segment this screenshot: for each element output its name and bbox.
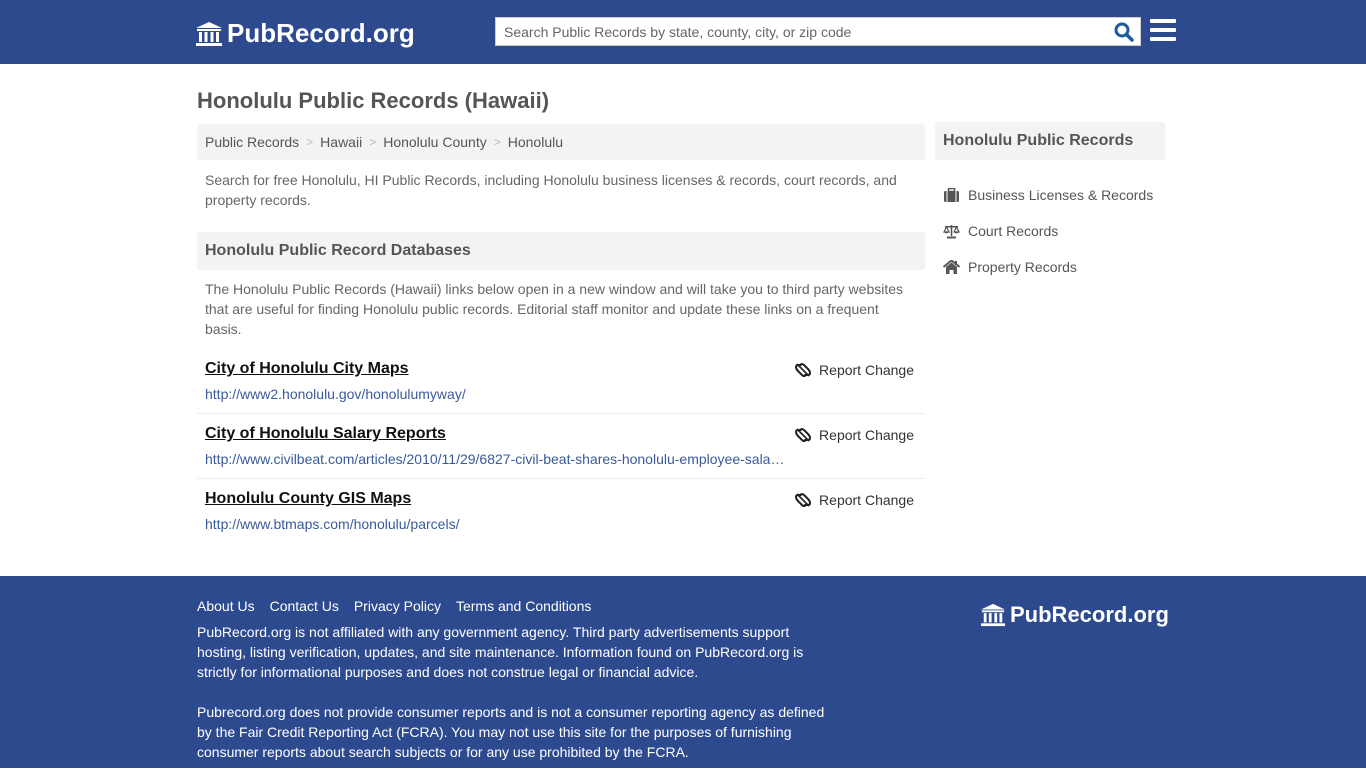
top-navbar: PubRecord.org bbox=[0, 0, 1366, 64]
breadcrumb-separator: > bbox=[369, 135, 377, 149]
search-icon[interactable] bbox=[1114, 22, 1134, 42]
page-title: Honolulu Public Records (Hawaii) bbox=[197, 88, 550, 113]
breadcrumb-public-records[interactable]: Public Records bbox=[205, 134, 299, 150]
record-item: Honolulu County GIS Maps http://www.btma… bbox=[197, 479, 925, 544]
footer-link-privacy-policy[interactable]: Privacy Policy bbox=[354, 598, 441, 614]
footer-links: About Us Contact Us Privacy Policy Terms… bbox=[197, 598, 606, 614]
intro-text: Search for free Honolulu, HI Public Reco… bbox=[205, 172, 897, 208]
footer-link-contact-us[interactable]: Contact Us bbox=[270, 598, 339, 614]
search-input[interactable] bbox=[496, 18, 1096, 45]
report-change-label: Report Change bbox=[819, 492, 914, 508]
site-logo[interactable]: PubRecord.org bbox=[195, 18, 415, 49]
databases-description: The Honolulu Public Records (Hawaii) lin… bbox=[205, 281, 904, 337]
breadcrumb-honolulu[interactable]: Honolulu bbox=[508, 134, 563, 150]
footer-disclaimer: PubRecord.org is not affiliated with any… bbox=[197, 622, 837, 782]
footer-link-terms[interactable]: Terms and Conditions bbox=[456, 598, 591, 614]
footer-logo[interactable]: PubRecord.org bbox=[980, 602, 1169, 628]
breadcrumb-honolulu-county[interactable]: Honolulu County bbox=[383, 134, 487, 150]
report-change-button[interactable]: Report Change bbox=[795, 427, 914, 443]
scales-icon bbox=[943, 224, 960, 238]
report-change-label: Report Change bbox=[819, 427, 914, 443]
home-icon bbox=[943, 260, 960, 274]
sidebar-item-label: Property Records bbox=[968, 259, 1077, 275]
hamburger-menu-icon[interactable] bbox=[1150, 19, 1176, 43]
footer-fcra-paragraph: Pubrecord.org does not provide consumer … bbox=[197, 704, 825, 760]
record-title-link[interactable]: City of Honolulu City Maps bbox=[205, 360, 409, 378]
sidebar-item-label: Court Records bbox=[968, 223, 1059, 239]
briefcase-icon bbox=[944, 188, 959, 202]
breadcrumb: Public Records > Hawaii > Honolulu Count… bbox=[197, 124, 925, 160]
broken-link-icon bbox=[795, 428, 812, 442]
site-logo-text: PubRecord.org bbox=[227, 18, 415, 48]
sidebar-item-label: Business Licenses & Records bbox=[968, 187, 1154, 203]
broken-link-icon bbox=[795, 493, 812, 507]
footer-link-about-us[interactable]: About Us bbox=[197, 598, 255, 614]
breadcrumb-separator: > bbox=[306, 135, 314, 149]
record-url-link[interactable]: http://www2.honolulu.gov/honolulumyway/ bbox=[205, 386, 785, 402]
record-item: City of Honolulu Salary Reports http://w… bbox=[197, 414, 925, 479]
sidebar-item-property-records[interactable]: Property Records bbox=[943, 249, 1153, 285]
broken-link-icon bbox=[795, 363, 812, 377]
record-list: City of Honolulu City Maps http://www2.h… bbox=[197, 349, 925, 544]
breadcrumb-hawaii[interactable]: Hawaii bbox=[320, 134, 362, 150]
footer-disclaimer-paragraph: PubRecord.org is not affiliated with any… bbox=[197, 624, 804, 680]
record-title-link[interactable]: Honolulu County GIS Maps bbox=[205, 490, 411, 508]
databases-heading: Honolulu Public Record Databases bbox=[197, 232, 925, 270]
breadcrumb-separator: > bbox=[493, 135, 501, 149]
search-bar bbox=[495, 17, 1141, 46]
record-item: City of Honolulu City Maps http://www2.h… bbox=[197, 349, 925, 414]
footer: About Us Contact Us Privacy Policy Terms… bbox=[0, 576, 1366, 768]
sidebar-list: Business Licenses & Records Court Record… bbox=[943, 177, 1153, 285]
sidebar-item-court-records[interactable]: Court Records bbox=[943, 213, 1153, 249]
record-url-link[interactable]: http://www.civilbeat.com/articles/2010/1… bbox=[205, 451, 785, 467]
sidebar-heading: Honolulu Public Records bbox=[935, 122, 1165, 160]
footer-logo-text: PubRecord.org bbox=[1010, 602, 1169, 627]
bank-building-icon bbox=[196, 21, 222, 46]
record-title-link[interactable]: City of Honolulu Salary Reports bbox=[205, 425, 446, 443]
report-change-button[interactable]: Report Change bbox=[795, 362, 914, 378]
sidebar-item-business-licenses[interactable]: Business Licenses & Records bbox=[943, 177, 1153, 213]
bank-building-icon bbox=[981, 603, 1005, 627]
record-url-link[interactable]: http://www.btmaps.com/honolulu/parcels/ bbox=[205, 516, 785, 532]
report-change-button[interactable]: Report Change bbox=[795, 492, 914, 508]
report-change-label: Report Change bbox=[819, 362, 914, 378]
